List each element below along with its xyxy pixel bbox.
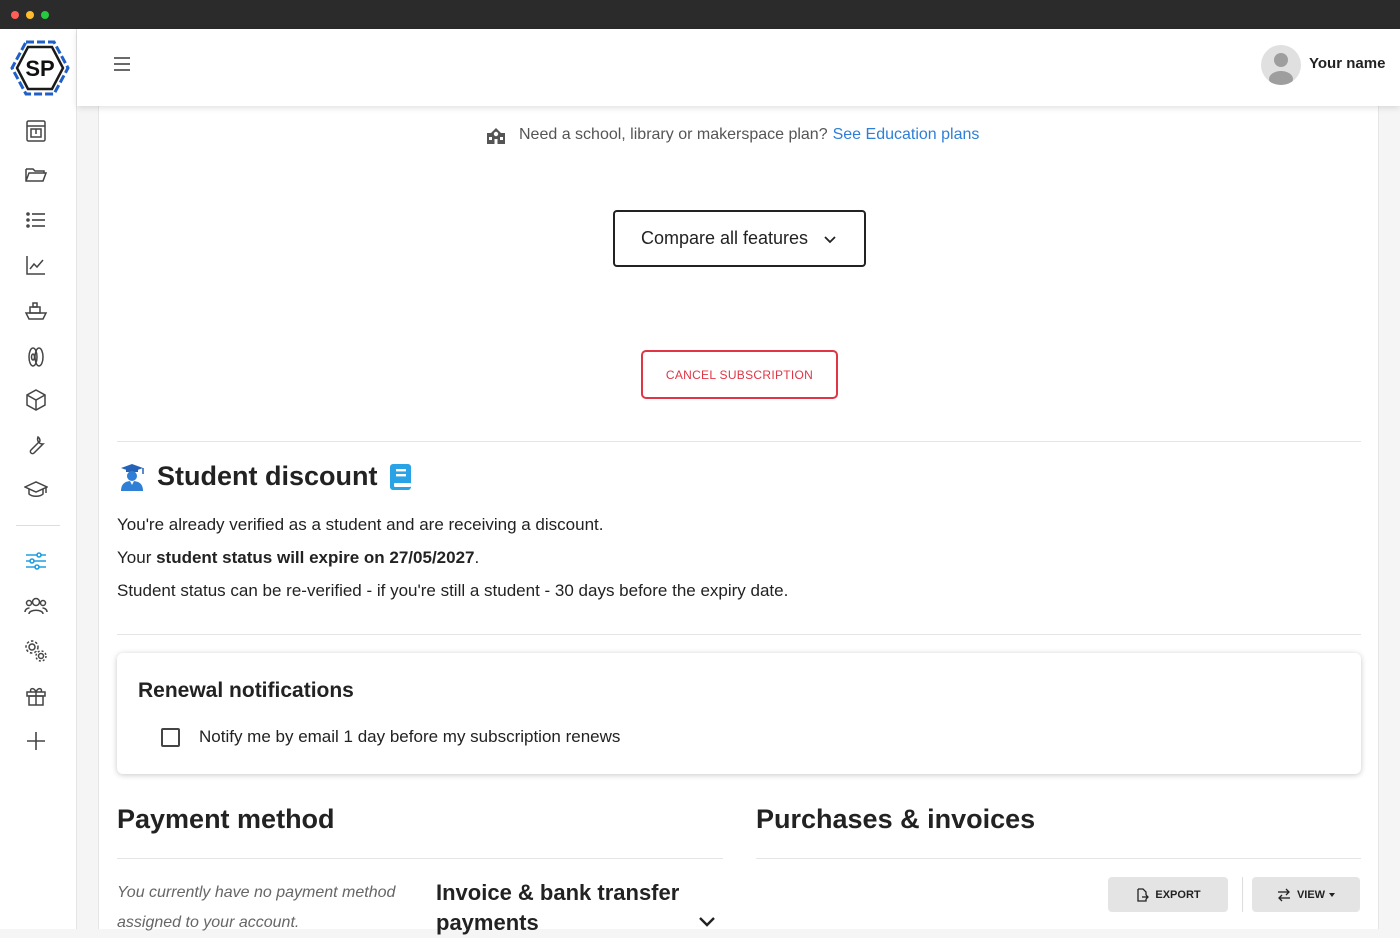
student-discount-heading: Student discount: [117, 461, 413, 492]
book-icon: [390, 463, 412, 490]
window-titlebar: [0, 0, 1400, 29]
sidebar-divider: [16, 525, 60, 526]
renewal-notifications-title: Renewal notifications: [138, 679, 354, 702]
printer-icon[interactable]: [22, 117, 50, 145]
education-plan-banner: Need a school, library or makerspace pla…: [485, 124, 979, 146]
filament-spool-icon[interactable]: [22, 343, 50, 371]
compare-features-label: Compare all features: [640, 228, 809, 248]
menu-icon[interactable]: [111, 53, 133, 75]
section-divider: [117, 858, 723, 859]
plus-icon[interactable]: [22, 727, 50, 755]
chevron-down-icon: [824, 235, 836, 243]
invoice-bank-transfer-heading[interactable]: Invoice & bank transfer payments: [436, 878, 696, 938]
graduation-cap-icon[interactable]: [22, 476, 50, 504]
gift-icon[interactable]: [22, 682, 50, 710]
no-payment-method-text: You currently have no payment method ass…: [117, 884, 396, 931]
renewal-email-checkbox[interactable]: [161, 728, 180, 747]
section-divider: [756, 858, 1361, 859]
graduate-student-icon: [121, 463, 144, 491]
folder-icon[interactable]: [22, 161, 50, 189]
student-expiry-text: Your student status will expire on 27/05…: [117, 548, 480, 567]
export-button[interactable]: EXPORT: [1108, 877, 1228, 912]
section-divider: [117, 634, 1361, 635]
section-divider: [117, 441, 1361, 442]
main-content: Need a school, library or makerspace pla…: [98, 106, 1379, 935]
users-icon[interactable]: [22, 592, 50, 620]
student-reverify-text: Student status can be re-verified - if y…: [117, 581, 789, 600]
education-text: Need a school, library or makerspace pla…: [519, 126, 828, 143]
caret-down-icon: [1329, 892, 1336, 897]
renewal-email-label[interactable]: Notify me by email 1 day before my subsc…: [199, 727, 620, 747]
chevron-down-icon[interactable]: [697, 911, 717, 931]
student-verified-text: You're already verified as a student and…: [117, 515, 604, 534]
wrench-icon[interactable]: [22, 431, 50, 459]
view-dropdown-button[interactable]: VIEW: [1252, 877, 1360, 912]
student-discount-title: Student discount: [157, 461, 378, 491]
ship-icon[interactable]: [22, 297, 50, 325]
gears-icon[interactable]: [22, 637, 50, 665]
cube-icon[interactable]: [22, 386, 50, 414]
export-label: EXPORT: [1155, 888, 1201, 901]
purchases-invoices-title: Purchases & invoices: [756, 804, 1036, 834]
button-separator: [1242, 877, 1243, 912]
sliders-icon[interactable]: [22, 547, 50, 575]
chart-line-icon[interactable]: [22, 251, 50, 279]
avatar[interactable]: [1261, 45, 1301, 85]
payment-method-title: Payment method: [117, 804, 335, 834]
top-bar: Your name: [77, 29, 1400, 106]
close-window-dot[interactable]: [11, 11, 19, 19]
minimize-window-dot[interactable]: [26, 11, 34, 19]
school-icon: [487, 128, 505, 144]
export-file-icon: [1137, 887, 1150, 902]
education-plans-link[interactable]: See Education plans: [833, 126, 980, 144]
list-icon[interactable]: [22, 206, 50, 234]
cancel-subscription-button[interactable]: CANCEL SUBSCRIPTION: [641, 350, 838, 399]
sidebar: SP: [0, 29, 77, 929]
compare-features-button[interactable]: Compare all features: [613, 210, 866, 267]
logo-text: SP: [25, 56, 54, 81]
maximize-window-dot[interactable]: [41, 11, 49, 19]
renewal-notifications-card: Renewal notifications Notify me by email…: [117, 653, 1361, 774]
user-name[interactable]: Your name: [1309, 55, 1385, 72]
swap-arrows-icon: [1277, 888, 1290, 901]
app-logo[interactable]: SP: [9, 39, 71, 97]
view-label: VIEW: [1296, 888, 1326, 901]
student-expiry-date: student status will expire on 27/05/2027: [156, 548, 475, 567]
